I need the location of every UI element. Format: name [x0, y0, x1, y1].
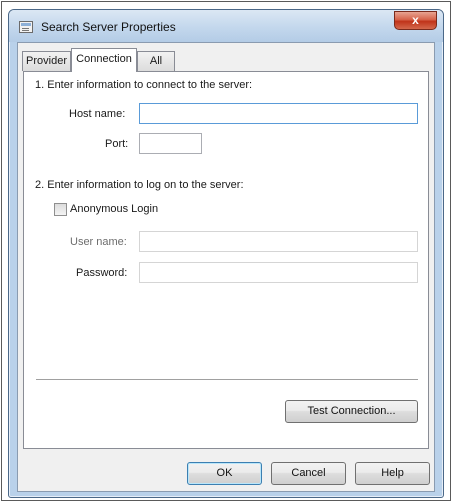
port-input[interactable] — [139, 133, 202, 154]
host-name-input[interactable] — [139, 103, 418, 124]
host-name-label: Host name: — [69, 108, 126, 120]
tab-connection[interactable]: Connection — [71, 48, 137, 72]
tab-all[interactable]: All — [137, 51, 175, 71]
port-label: Port: — [105, 138, 129, 150]
tab-provider[interactable]: Provider — [22, 51, 71, 71]
divider — [36, 379, 418, 381]
cancel-button[interactable]: Cancel — [271, 462, 346, 485]
anonymous-login-checkbox[interactable] — [54, 203, 67, 216]
password-input[interactable] — [139, 262, 418, 283]
dialog-window: Search Server Properties x Provider Conn… — [8, 9, 444, 498]
connection-tab-panel: 1. Enter information to connect to the s… — [23, 71, 429, 449]
anonymous-login-label[interactable]: Anonymous Login — [70, 203, 158, 215]
ok-button[interactable]: OK — [187, 462, 262, 485]
dialog-client-area: Provider Connection All 1. Enter informa… — [17, 42, 435, 492]
close-icon: x — [412, 13, 419, 27]
window-title: Search Server Properties — [41, 20, 176, 34]
help-button[interactable]: Help — [355, 462, 430, 485]
connect-section-heading: 1. Enter information to connect to the s… — [35, 79, 253, 91]
title-bar[interactable]: Search Server Properties x — [9, 10, 443, 42]
logon-section-heading: 2. Enter information to log on to the se… — [35, 179, 244, 191]
password-label: Password: — [76, 267, 128, 279]
user-name-input[interactable] — [139, 231, 418, 252]
user-name-label: User name: — [70, 236, 127, 248]
window-icon — [19, 21, 33, 33]
close-button[interactable]: x — [394, 11, 437, 30]
test-connection-button[interactable]: Test Connection... — [285, 400, 418, 423]
